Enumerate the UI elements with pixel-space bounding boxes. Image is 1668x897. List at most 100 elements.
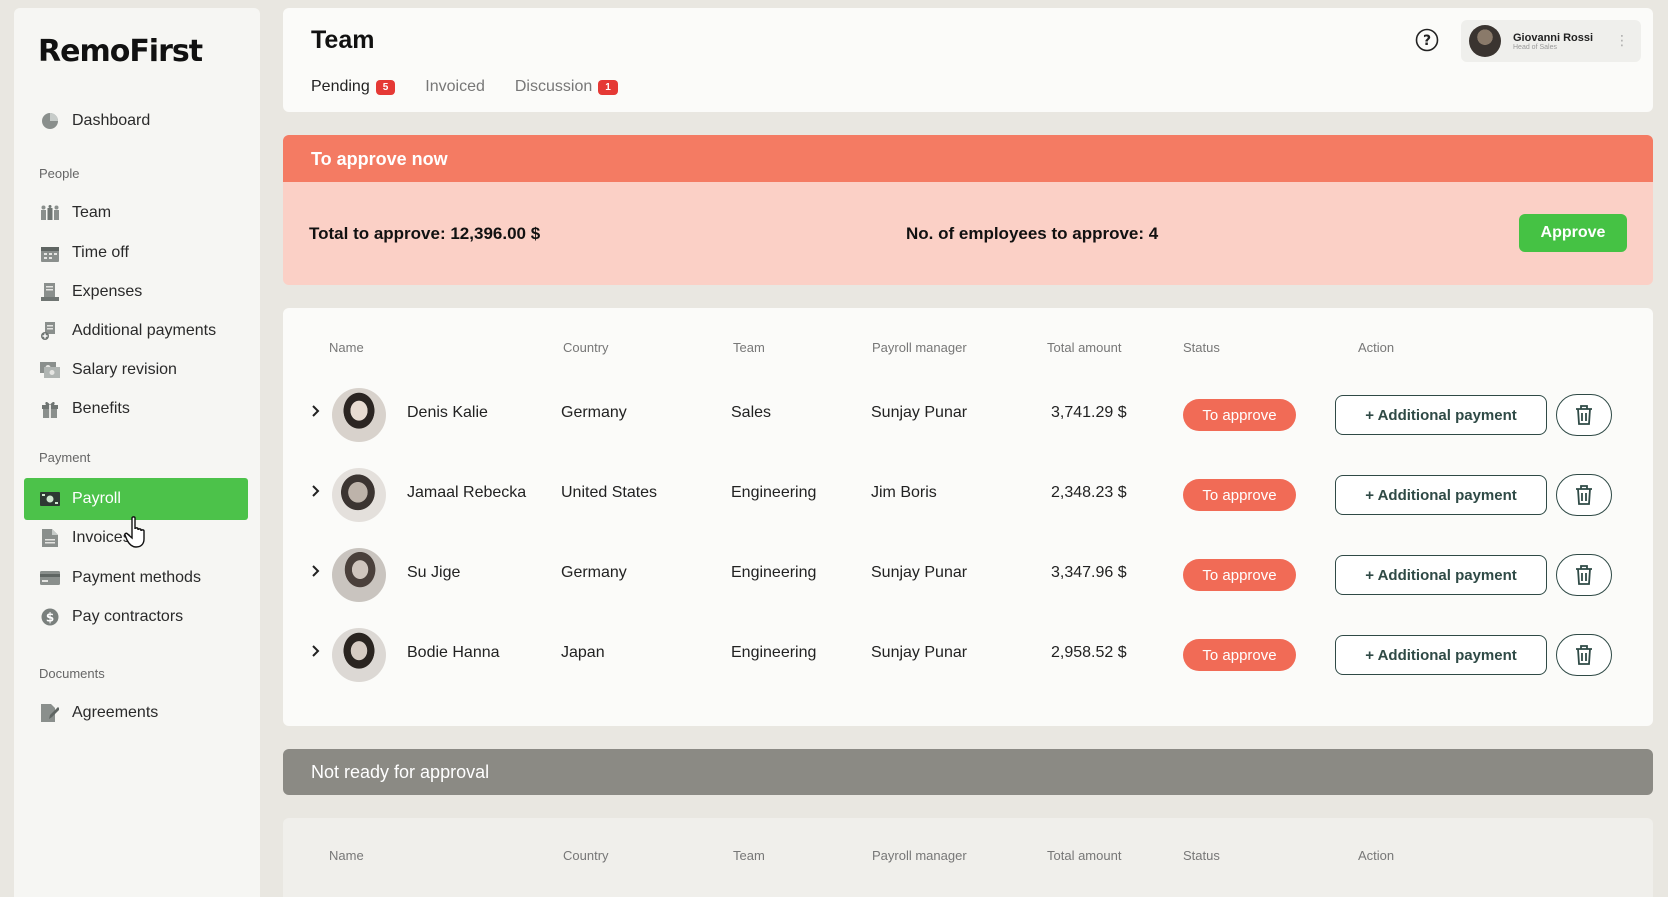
tab-pending[interactable]: Pending 5 bbox=[311, 78, 396, 96]
employee-name: Denis Kalie bbox=[407, 404, 488, 421]
column-header[interactable]: Total amount bbox=[1047, 340, 1121, 355]
avatar bbox=[332, 628, 386, 682]
sidebar-item-label: Additional payments bbox=[72, 322, 217, 339]
group-icon bbox=[40, 203, 60, 223]
total-amount: 2,958.52 $ bbox=[1051, 644, 1127, 661]
document-icon bbox=[40, 528, 60, 548]
sidebar-item-salary-revision[interactable]: Salary revision bbox=[24, 349, 248, 391]
tab-bar: Pending 5 Invoiced Discussion 1 bbox=[311, 78, 618, 96]
column-header[interactable]: Payroll manager bbox=[872, 848, 967, 863]
employee-country: Japan bbox=[561, 644, 605, 661]
table-row[interactable]: Jamaal Rebecka United States Engineering… bbox=[283, 455, 1653, 535]
delete-button[interactable] bbox=[1556, 634, 1612, 676]
chevron-right-icon[interactable] bbox=[309, 404, 323, 418]
employee-country: Germany bbox=[561, 564, 627, 581]
additional-payment-button[interactable]: + Additional payment bbox=[1335, 395, 1547, 435]
sidebar-item-agreements[interactable]: Agreements bbox=[24, 692, 248, 734]
svg-text:?: ? bbox=[1423, 33, 1431, 49]
status-badge: To approve bbox=[1183, 639, 1296, 671]
sidebar-item-payroll[interactable]: Payroll bbox=[24, 478, 248, 520]
column-header[interactable]: Total amount bbox=[1047, 848, 1121, 863]
column-header[interactable]: Action bbox=[1358, 340, 1394, 355]
total-to-approve: Total to approve: 12,396.00 $ bbox=[309, 224, 541, 243]
sidebar: RemoFirst Dashboard People Team Time off… bbox=[14, 8, 260, 897]
employee-country: Germany bbox=[561, 404, 627, 421]
credit-card-icon bbox=[40, 568, 60, 588]
employee-name: Bodie Hanna bbox=[407, 644, 500, 661]
column-header[interactable]: Status bbox=[1183, 340, 1220, 355]
column-header[interactable]: Status bbox=[1183, 848, 1220, 863]
avatar bbox=[332, 388, 386, 442]
count-badge: 1 bbox=[598, 79, 618, 95]
avatar bbox=[1469, 25, 1501, 57]
additional-payment-button[interactable]: + Additional payment bbox=[1335, 635, 1547, 675]
column-header[interactable]: Team bbox=[733, 340, 765, 355]
chevron-right-icon[interactable] bbox=[309, 564, 323, 578]
hand-cursor-icon bbox=[124, 516, 145, 548]
dollar-coin-icon: $ bbox=[40, 607, 60, 627]
column-header[interactable]: Team bbox=[733, 848, 765, 863]
section-label-people: People bbox=[39, 166, 80, 181]
status-badge: To approve bbox=[1183, 559, 1296, 591]
employee-name: Jamaal Rebecka bbox=[407, 484, 527, 501]
tab-label: Pending bbox=[311, 78, 370, 95]
calendar-icon bbox=[40, 243, 60, 263]
tab-discussion[interactable]: Discussion 1 bbox=[515, 78, 618, 96]
section-label-documents: Documents bbox=[39, 666, 105, 681]
page-header: Team Pending 5 Invoiced Discussion 1 ? G… bbox=[283, 8, 1653, 112]
trash-icon bbox=[1576, 485, 1592, 505]
column-header[interactable]: Payroll manager bbox=[872, 340, 967, 355]
table-row[interactable]: Denis Kalie Germany Sales Sunjay Punar 3… bbox=[283, 375, 1653, 455]
sidebar-item-additional-payments[interactable]: Additional payments bbox=[24, 310, 248, 352]
svg-text:$: $ bbox=[46, 611, 54, 625]
tab-label: Invoiced bbox=[425, 78, 485, 95]
page-title: Team bbox=[311, 26, 375, 54]
sidebar-item-team[interactable]: Team bbox=[24, 192, 248, 234]
question-icon[interactable]: ? bbox=[1415, 28, 1439, 52]
logo[interactable]: RemoFirst bbox=[38, 34, 203, 69]
payroll-manager: Sunjay Punar bbox=[871, 564, 968, 581]
delete-button[interactable] bbox=[1556, 554, 1612, 596]
sidebar-item-label: Expenses bbox=[72, 283, 143, 300]
chevron-right-icon[interactable] bbox=[309, 644, 323, 658]
approve-summary: Total to approve: 12,396.00 $ No. of emp… bbox=[283, 182, 1653, 285]
sidebar-item-expenses[interactable]: Expenses bbox=[24, 271, 248, 313]
column-header[interactable]: Action bbox=[1358, 848, 1394, 863]
sidebar-item-label: Dashboard bbox=[72, 112, 151, 129]
avatar bbox=[332, 548, 386, 602]
sidebar-item-label: Agreements bbox=[72, 704, 159, 721]
cash-icon bbox=[40, 489, 60, 509]
additional-payment-button[interactable]: + Additional payment bbox=[1335, 475, 1547, 515]
column-header[interactable]: Name bbox=[329, 340, 364, 355]
delete-button[interactable] bbox=[1556, 474, 1612, 516]
status-badge: To approve bbox=[1183, 399, 1296, 431]
employee-country: United States bbox=[561, 484, 658, 501]
more-vertical-icon[interactable]: ⋮ bbox=[1615, 32, 1629, 49]
table-row[interactable]: Bodie Hanna Japan Engineering Sunjay Pun… bbox=[283, 615, 1653, 695]
column-header[interactable]: Country bbox=[563, 848, 609, 863]
additional-payment-button[interactable]: + Additional payment bbox=[1335, 555, 1547, 595]
sidebar-item-payment-methods[interactable]: Payment methods bbox=[24, 557, 248, 599]
employee-team: Sales bbox=[731, 404, 772, 421]
sidebar-item-pay-contractors[interactable]: $ Pay contractors bbox=[24, 596, 248, 638]
sidebar-item-benefits[interactable]: Benefits bbox=[24, 388, 248, 430]
chevron-right-icon[interactable] bbox=[309, 484, 323, 498]
user-menu[interactable]: Giovanni Rossi Head of Sales ⋮ bbox=[1461, 20, 1641, 62]
table-row[interactable]: Su Jige Germany Engineering Sunjay Punar… bbox=[283, 535, 1653, 615]
money-add-icon bbox=[40, 321, 60, 341]
not-ready-header: Not ready for approval bbox=[283, 749, 1653, 795]
pie-chart-icon bbox=[40, 111, 60, 131]
tab-invoiced[interactable]: Invoiced bbox=[425, 78, 485, 96]
trash-icon bbox=[1576, 405, 1592, 425]
payroll-manager: Jim Boris bbox=[871, 484, 937, 501]
user-role: Head of Sales bbox=[1513, 43, 1557, 51]
delete-button[interactable] bbox=[1556, 394, 1612, 436]
column-header[interactable]: Name bbox=[329, 848, 364, 863]
column-header[interactable]: Country bbox=[563, 340, 609, 355]
not-ready-table: Name Country Team Payroll manager Total … bbox=[283, 818, 1653, 897]
sidebar-item-time-off[interactable]: Time off bbox=[24, 232, 248, 274]
edit-document-icon bbox=[40, 703, 60, 723]
sidebar-item-label: Benefits bbox=[72, 400, 130, 417]
sidebar-item-dashboard[interactable]: Dashboard bbox=[24, 100, 248, 142]
approve-button[interactable]: Approve bbox=[1519, 214, 1627, 252]
